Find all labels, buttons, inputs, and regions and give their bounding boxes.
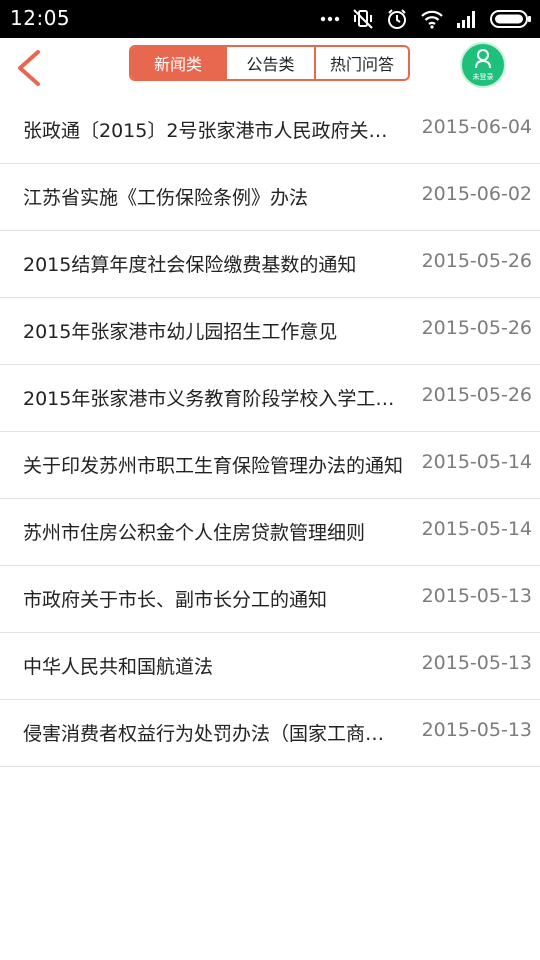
login-avatar-button[interactable]: 未登录 <box>460 42 506 88</box>
dots-icon <box>320 16 340 22</box>
wifi-icon <box>420 9 444 29</box>
vibrate-off-icon <box>352 8 374 30</box>
tab-news[interactable]: 新闻类 <box>131 47 225 79</box>
status-icons <box>320 7 532 31</box>
tab-announcements[interactable]: 公告类 <box>225 47 314 79</box>
news-title: 关于印发苏州市职工生育保险管理办法的通知 <box>23 455 403 477</box>
news-date: 2015-05-13 <box>421 719 532 741</box>
news-item[interactable]: 市政府关于市长、副市长分工的通知 2015-05-13 <box>0 566 540 633</box>
news-date: 2015-05-14 <box>421 518 532 540</box>
news-title: 中华人民共和国航道法 <box>23 656 214 678</box>
tab-hot-qa[interactable]: 热门问答 <box>314 47 408 79</box>
avatar-label: 未登录 <box>472 73 494 81</box>
signal-icon <box>456 10 478 28</box>
news-list: 张政通〔2015〕2号张家港市人民政府关于… 2015-06-04 江苏省实施《… <box>0 97 540 767</box>
news-title: 市政府关于市长、副市长分工的通知 <box>23 589 328 611</box>
news-title: 苏州市住房公积金个人住房贷款管理细则 <box>23 522 366 544</box>
news-title: 侵害消费者权益行为处罚办法（国家工商总局令） <box>23 723 403 745</box>
news-date: 2015-06-04 <box>421 116 532 138</box>
news-item[interactable]: 江苏省实施《工伤保险条例》办法 2015-06-02 <box>0 164 540 231</box>
news-date: 2015-05-26 <box>421 317 532 339</box>
news-item[interactable]: 2015年张家港市幼儿园招生工作意见 2015-05-26 <box>0 298 540 365</box>
news-title: 张政通〔2015〕2号张家港市人民政府关于… <box>23 120 403 142</box>
news-title: 2015年张家港市义务教育阶段学校入学工作意见 <box>23 388 403 410</box>
news-title: 江苏省实施《工伤保险条例》办法 <box>23 187 309 209</box>
news-title: 2015年张家港市幼儿园招生工作意见 <box>23 321 338 343</box>
news-date: 2015-05-26 <box>421 250 532 272</box>
news-date: 2015-06-02 <box>421 183 532 205</box>
news-date: 2015-05-26 <box>421 384 532 406</box>
status-time: 12:05 <box>10 6 71 30</box>
news-item[interactable]: 关于印发苏州市职工生育保险管理办法的通知 2015-05-14 <box>0 432 540 499</box>
news-date: 2015-05-14 <box>421 451 532 473</box>
news-item[interactable]: 侵害消费者权益行为处罚办法（国家工商总局令） 2015-05-13 <box>0 700 540 767</box>
news-item[interactable]: 2015年张家港市义务教育阶段学校入学工作意见 2015-05-26 <box>0 365 540 432</box>
alarm-icon <box>386 8 408 30</box>
news-item[interactable]: 张政通〔2015〕2号张家港市人民政府关于… 2015-06-04 <box>0 97 540 164</box>
news-date: 2015-05-13 <box>421 652 532 674</box>
news-item[interactable]: 2015结算年度社会保险缴费基数的通知 2015-05-26 <box>0 231 540 298</box>
battery-icon <box>490 9 532 29</box>
header-bar: 新闻类 公告类 热门问答 未登录 <box>0 38 540 98</box>
back-button[interactable] <box>12 48 48 88</box>
news-item[interactable]: 苏州市住房公积金个人住房贷款管理细则 2015-05-14 <box>0 499 540 566</box>
news-date: 2015-05-13 <box>421 585 532 607</box>
category-tabs: 新闻类 公告类 热门问答 <box>129 45 410 81</box>
back-arrow-icon <box>12 50 48 92</box>
news-item[interactable]: 中华人民共和国航道法 2015-05-13 <box>0 633 540 700</box>
news-title: 2015结算年度社会保险缴费基数的通知 <box>23 254 357 276</box>
status-bar: 12:05 <box>0 0 540 38</box>
